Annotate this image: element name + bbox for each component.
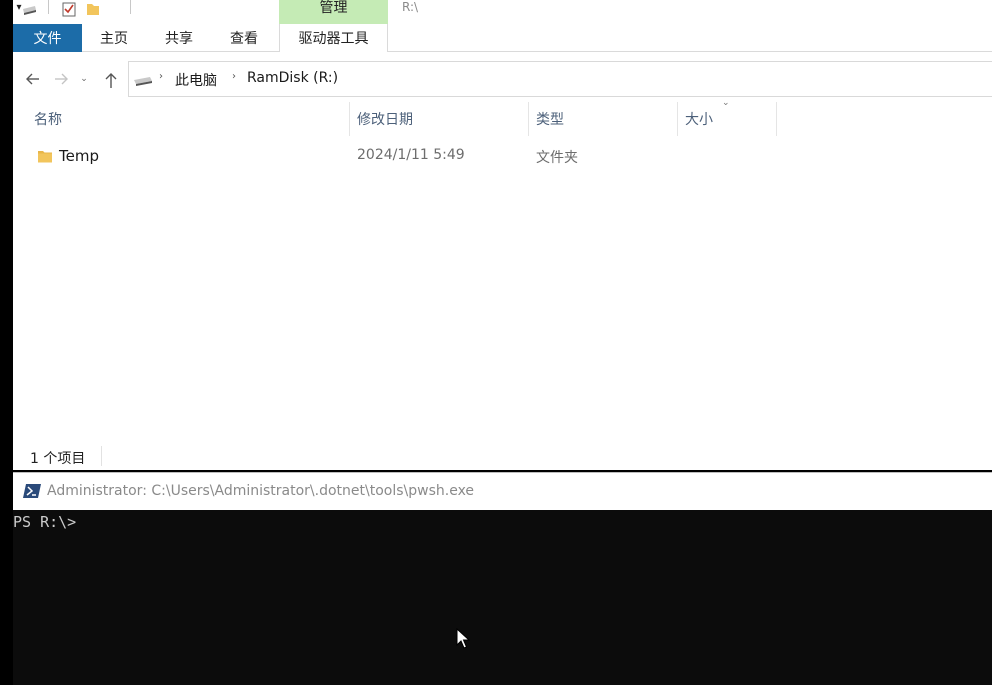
- folder-icon: [38, 151, 52, 163]
- file-explorer-window: ▾ 管理 R:\ 文件 主页 共享 查看 驱动器工具 ⌄ › 此电脑 › Ram…: [13, 0, 992, 470]
- tab-view[interactable]: 查看: [213, 24, 275, 52]
- arrow-up-icon: [105, 73, 117, 88]
- console-prompt: PS R:\>: [13, 513, 77, 531]
- arrow-right-icon: [55, 73, 68, 85]
- column-divider[interactable]: [528, 102, 529, 136]
- file-modified: 2024/1/11 5:49: [357, 147, 465, 163]
- tab-file[interactable]: 文件: [13, 24, 82, 52]
- new-folder-icon[interactable]: [85, 1, 101, 17]
- up-button[interactable]: [101, 69, 121, 89]
- chevron-down-icon: ⌄: [80, 74, 88, 84]
- breadcrumb-ramdisk[interactable]: RamDisk (R:): [247, 70, 338, 86]
- title-bar: ▾ 管理 R:\: [13, 0, 992, 24]
- column-headers: 名称 修改日期 类型 大小 ⌄: [13, 98, 992, 136]
- file-type: 文件夹: [536, 150, 578, 166]
- column-header-size[interactable]: 大小: [685, 102, 775, 136]
- manage-context-tab[interactable]: 管理: [279, 0, 388, 24]
- sort-indicator-icon: ⌄: [722, 98, 730, 108]
- file-name: Temp: [59, 147, 99, 165]
- navigation-bar: ⌄ › 此电脑 › RamDisk (R:): [13, 60, 992, 98]
- file-list: Temp 2024/1/11 5:49 文件夹: [13, 140, 992, 174]
- column-divider[interactable]: [349, 102, 350, 136]
- status-bar: 1 个项目: [13, 444, 992, 470]
- properties-icon[interactable]: [61, 1, 77, 17]
- chevron-right-icon[interactable]: ›: [159, 71, 163, 82]
- powershell-window: Administrator: C:\Users\Administrator\.d…: [13, 472, 992, 685]
- tab-share[interactable]: 共享: [148, 24, 210, 52]
- arrow-left-icon: [26, 73, 39, 85]
- drive-icon[interactable]: [21, 1, 37, 17]
- console-title-bar[interactable]: Administrator: C:\Users\Administrator\.d…: [13, 472, 992, 510]
- drive-icon: [134, 77, 152, 86]
- mouse-pointer-icon: [456, 628, 470, 649]
- back-button[interactable]: [23, 69, 43, 89]
- chevron-right-icon[interactable]: ›: [232, 71, 236, 82]
- forward-button[interactable]: [51, 69, 71, 89]
- window-title: R:\: [402, 0, 419, 14]
- recent-locations-button[interactable]: ⌄: [77, 69, 91, 89]
- console-title: Administrator: C:\Users\Administrator\.d…: [47, 483, 475, 499]
- column-divider[interactable]: [776, 102, 777, 136]
- list-item[interactable]: Temp 2024/1/11 5:49 文件夹: [13, 140, 992, 174]
- quick-access-separator: [130, 0, 131, 14]
- item-count: 1 个项目: [30, 451, 86, 467]
- column-header-name[interactable]: 名称: [34, 102, 348, 136]
- console-output[interactable]: PS R:\>: [13, 510, 992, 685]
- quick-access-separator: [48, 0, 49, 14]
- tab-drive-tools[interactable]: 驱动器工具: [279, 24, 388, 52]
- address-bar[interactable]: › 此电脑 › RamDisk (R:): [128, 61, 992, 97]
- tab-home[interactable]: 主页: [83, 24, 145, 52]
- column-header-type[interactable]: 类型: [536, 102, 676, 136]
- column-header-modified[interactable]: 修改日期: [357, 102, 527, 136]
- column-divider[interactable]: [677, 102, 678, 136]
- powershell-icon: [23, 484, 41, 498]
- ribbon-tabs: 文件 主页 共享 查看 驱动器工具: [13, 24, 992, 52]
- breadcrumb-this-pc[interactable]: 此电脑: [175, 70, 217, 90]
- status-divider: [101, 446, 102, 466]
